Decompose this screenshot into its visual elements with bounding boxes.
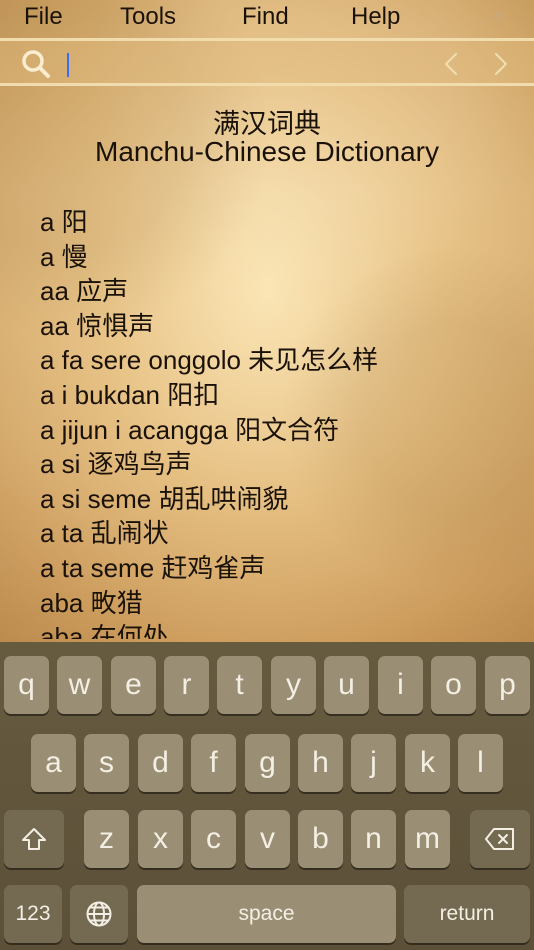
key-d[interactable]: d (138, 734, 183, 792)
key-m[interactable]: m (405, 810, 450, 868)
list-item[interactable]: aba 畋猎 (40, 586, 520, 621)
list-item[interactable]: a 阳 (40, 205, 520, 240)
list-item[interactable]: aba 在何处 (40, 620, 520, 639)
list-item[interactable]: aa 惊惧声 (40, 309, 520, 344)
key-w[interactable]: w (57, 656, 102, 714)
key-b[interactable]: b (298, 810, 343, 868)
key-z[interactable]: z (84, 810, 129, 868)
entry-list: a 阳 a 慢 aa 应声 aa 惊惧声 a fa sere onggolo 未… (40, 205, 520, 639)
key-p[interactable]: p (485, 656, 530, 714)
key-y[interactable]: y (271, 656, 316, 714)
menu-bar: File Tools Find Help (0, 0, 534, 38)
key-n[interactable]: n (351, 810, 396, 868)
globe-icon[interactable] (70, 885, 128, 943)
list-item[interactable]: a 慢 (40, 240, 520, 275)
arrow-up-icon[interactable] (488, 8, 510, 30)
chevron-left-icon[interactable] (440, 51, 462, 77)
chevron-right-icon[interactable] (490, 51, 512, 77)
search-icon[interactable] (20, 48, 52, 80)
delete-icon[interactable] (470, 810, 530, 868)
menu-file[interactable]: File (24, 3, 63, 31)
numbers-key[interactable]: 123 (4, 885, 62, 943)
list-item[interactable]: a fa sere onggolo 未见怎么样 (40, 343, 520, 378)
list-item[interactable]: a jijun i acangga 阳文合符 (40, 413, 520, 448)
key-h[interactable]: h (298, 734, 343, 792)
key-a[interactable]: a (31, 734, 76, 792)
key-k[interactable]: k (405, 734, 450, 792)
shift-icon[interactable] (4, 810, 64, 868)
menu-help[interactable]: Help (351, 3, 400, 31)
key-i[interactable]: i (378, 656, 423, 714)
key-u[interactable]: u (324, 656, 369, 714)
page-title-english: Manchu-Chinese Dictionary (95, 136, 439, 167)
list-item[interactable]: a ta seme 赶鸡雀声 (40, 551, 520, 586)
list-item[interactable]: aa 应声 (40, 274, 520, 309)
menu-find[interactable]: Find (242, 3, 289, 31)
list-item[interactable]: a i bukdan 阳扣 (40, 378, 520, 413)
return-key[interactable]: return (404, 885, 530, 943)
menu-tools[interactable]: Tools (120, 3, 176, 31)
key-f[interactable]: f (191, 734, 236, 792)
space-key[interactable]: space (137, 885, 396, 943)
key-e[interactable]: e (111, 656, 156, 714)
key-c[interactable]: c (191, 810, 236, 868)
key-x[interactable]: x (138, 810, 183, 868)
key-v[interactable]: v (245, 810, 290, 868)
search-bar (0, 38, 534, 86)
key-q[interactable]: q (4, 656, 49, 714)
on-screen-keyboard: q w e r t y u i o p a s d f g h j k l z … (0, 642, 534, 950)
key-s[interactable]: s (84, 734, 129, 792)
list-item[interactable]: a si seme 胡乱哄闹貌 (40, 482, 520, 517)
list-item[interactable]: a si 逐鸡鸟声 (40, 447, 520, 482)
key-l[interactable]: l (458, 734, 503, 792)
key-g[interactable]: g (245, 734, 290, 792)
key-r[interactable]: r (164, 656, 209, 714)
list-item[interactable]: a ta 乱闹状 (40, 516, 520, 551)
key-j[interactable]: j (351, 734, 396, 792)
text-cursor (67, 53, 69, 77)
search-input[interactable] (64, 45, 428, 81)
key-o[interactable]: o (431, 656, 476, 714)
key-t[interactable]: t (217, 656, 262, 714)
